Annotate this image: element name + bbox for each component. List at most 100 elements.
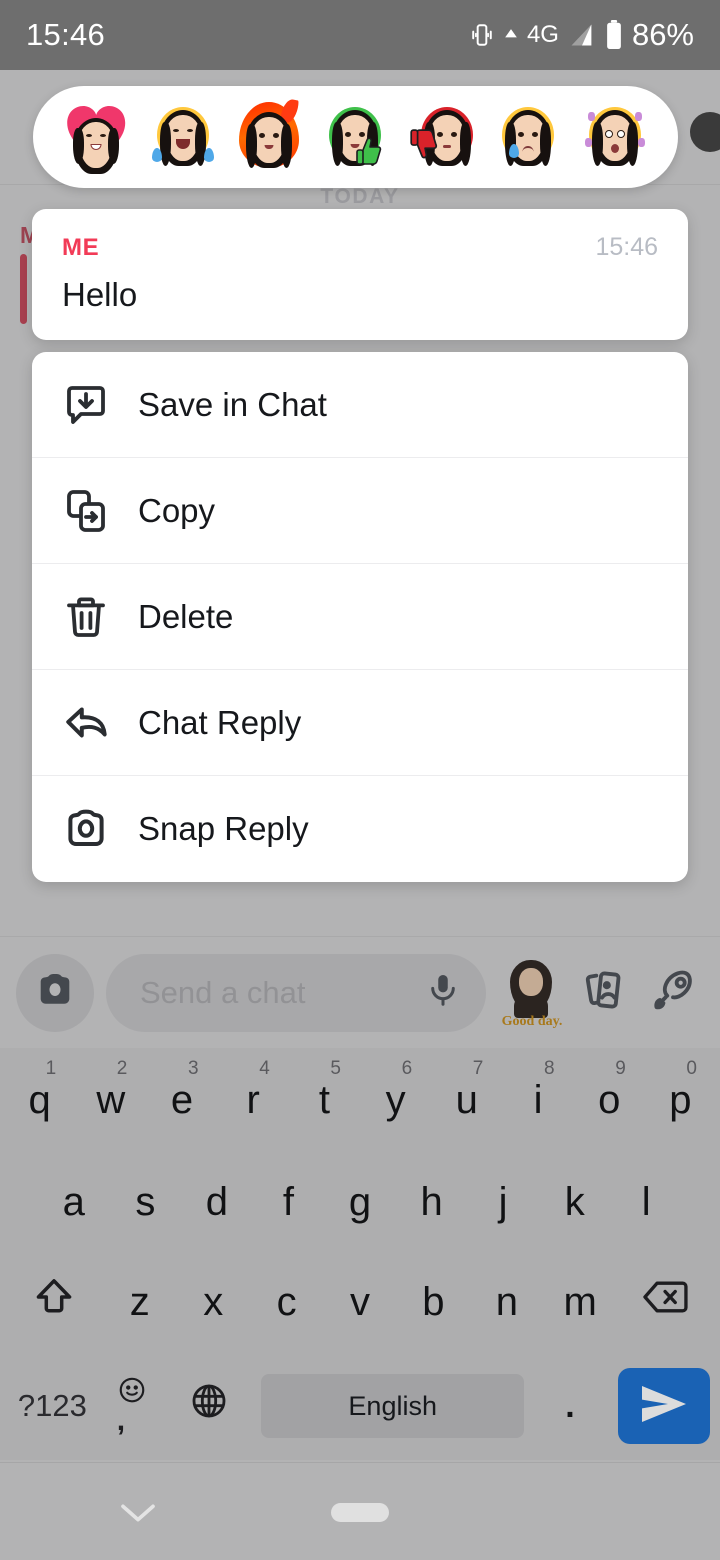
open-camera-button[interactable] bbox=[16, 953, 94, 1032]
rocket-button[interactable] bbox=[642, 954, 704, 1032]
key-l[interactable]: l bbox=[610, 1152, 682, 1252]
status-icons: 4G 86% bbox=[469, 17, 694, 53]
key-o[interactable]: 9o bbox=[574, 1048, 645, 1152]
key-letter: w bbox=[96, 1077, 126, 1122]
key-g[interactable]: g bbox=[324, 1152, 396, 1252]
key-t[interactable]: 5t bbox=[289, 1048, 360, 1152]
stickers-button[interactable] bbox=[572, 954, 634, 1032]
signal-bars-icon bbox=[568, 21, 596, 49]
vibrate-icon bbox=[469, 22, 495, 48]
menu-item-copy[interactable]: Copy bbox=[32, 458, 688, 564]
message-header: ME 15:46 bbox=[62, 233, 658, 262]
reaction-bar[interactable] bbox=[33, 86, 678, 188]
key-number: 0 bbox=[686, 1058, 697, 1079]
laughing-reaction[interactable] bbox=[150, 102, 216, 172]
chat-input-field[interactable]: Send a chat bbox=[106, 953, 486, 1032]
key-letter: i bbox=[533, 1077, 543, 1122]
network-type: 4G bbox=[526, 21, 559, 48]
key-v[interactable]: v bbox=[323, 1252, 396, 1352]
key-h[interactable]: h bbox=[396, 1152, 468, 1252]
menu-item-snap-reply[interactable]: Snap Reply bbox=[32, 776, 688, 882]
home-indicator[interactable] bbox=[331, 1503, 389, 1522]
key-e[interactable]: 3e bbox=[146, 1048, 217, 1152]
key-w[interactable]: 2w bbox=[75, 1048, 146, 1152]
menu-label: Snap Reply bbox=[138, 810, 309, 847]
keyboard-row-2: a s d f g h j k l bbox=[0, 1152, 720, 1252]
thumbs-down-reaction[interactable] bbox=[409, 102, 475, 172]
sad-reaction[interactable] bbox=[495, 102, 561, 172]
backspace-icon bbox=[642, 1277, 690, 1327]
selected-message-card[interactable]: ME 15:46 Hello bbox=[32, 209, 688, 340]
period-key[interactable]: . bbox=[534, 1352, 606, 1460]
message-context-menu[interactable]: Save in Chat Copy Delete Chat Reply Snap… bbox=[32, 352, 688, 882]
key-letter: r bbox=[246, 1077, 260, 1122]
wow-reaction[interactable] bbox=[582, 102, 648, 172]
key-b[interactable]: b bbox=[397, 1252, 470, 1352]
phone-screen: 15:46 4G 86% TODAY M ME 15:46 Hello Save… bbox=[0, 0, 720, 1560]
bitmoji-face bbox=[519, 967, 543, 996]
message-accent-bar bbox=[20, 254, 27, 324]
key-u[interactable]: 7u bbox=[431, 1048, 502, 1152]
status-time: 15:46 bbox=[26, 17, 106, 52]
menu-label: Copy bbox=[138, 491, 216, 529]
key-n[interactable]: n bbox=[470, 1252, 543, 1352]
key-number: 6 bbox=[401, 1058, 413, 1079]
globe-icon bbox=[189, 1381, 229, 1431]
key-letter: p bbox=[669, 1077, 692, 1122]
key-q[interactable]: 1q bbox=[4, 1048, 75, 1152]
key-letter: q bbox=[28, 1077, 51, 1122]
fire-reaction[interactable] bbox=[236, 97, 302, 172]
bitmoji-sticker-text: Good day. bbox=[501, 1013, 563, 1029]
key-letter: y bbox=[385, 1077, 406, 1122]
key-number: 4 bbox=[259, 1058, 270, 1079]
comma-label: , bbox=[116, 1404, 126, 1437]
key-letter: o bbox=[598, 1077, 621, 1122]
chevron-down-icon[interactable] bbox=[118, 1501, 158, 1530]
menu-item-chat-reply[interactable]: Chat Reply bbox=[32, 670, 688, 776]
reaction-overflow-peek[interactable] bbox=[676, 86, 720, 188]
stickers-icon bbox=[580, 967, 626, 1018]
key-y[interactable]: 6y bbox=[360, 1048, 431, 1152]
rocket-icon bbox=[650, 967, 696, 1018]
key-letter: u bbox=[455, 1077, 478, 1122]
key-k[interactable]: k bbox=[539, 1152, 611, 1252]
emoji-key[interactable]: , bbox=[95, 1352, 167, 1460]
signal-up-icon bbox=[504, 28, 518, 42]
menu-label: Save in Chat bbox=[138, 385, 327, 423]
message-text: Hello bbox=[62, 276, 138, 313]
heart-reaction[interactable] bbox=[63, 102, 129, 174]
key-c[interactable]: c bbox=[250, 1252, 323, 1352]
symbols-key[interactable]: ?123 bbox=[10, 1352, 95, 1460]
keyboard-row-4: ?123 , English . bbox=[0, 1352, 720, 1460]
shift-key[interactable] bbox=[4, 1252, 103, 1352]
trash-icon bbox=[62, 593, 130, 641]
key-j[interactable]: j bbox=[467, 1152, 539, 1252]
menu-item-delete[interactable]: Delete bbox=[32, 564, 688, 670]
send-key[interactable] bbox=[618, 1368, 710, 1444]
key-x[interactable]: x bbox=[176, 1252, 249, 1352]
key-d[interactable]: d bbox=[181, 1152, 253, 1252]
key-r[interactable]: 4r bbox=[218, 1048, 289, 1152]
key-i[interactable]: 8i bbox=[502, 1048, 573, 1152]
menu-label: Delete bbox=[138, 597, 234, 635]
language-key[interactable] bbox=[167, 1352, 252, 1460]
thumbs-up-reaction[interactable] bbox=[322, 102, 388, 172]
key-number: 2 bbox=[116, 1058, 128, 1079]
key-z[interactable]: z bbox=[103, 1252, 176, 1352]
key-number: 1 bbox=[45, 1058, 57, 1079]
microphone-icon[interactable] bbox=[424, 971, 462, 1014]
save-in-chat-icon bbox=[62, 381, 130, 429]
backspace-key[interactable] bbox=[617, 1252, 716, 1352]
menu-item-save-in-chat[interactable]: Save in Chat bbox=[32, 352, 688, 458]
key-a[interactable]: a bbox=[38, 1152, 110, 1252]
status-bar: 15:46 4G 86% bbox=[0, 0, 720, 70]
space-key[interactable]: English bbox=[261, 1374, 524, 1438]
key-number: 3 bbox=[187, 1058, 199, 1079]
more-reactions-icon[interactable] bbox=[690, 112, 720, 152]
key-f[interactable]: f bbox=[253, 1152, 325, 1252]
key-m[interactable]: m bbox=[544, 1252, 617, 1352]
key-p[interactable]: 0p bbox=[645, 1048, 716, 1152]
on-screen-keyboard[interactable]: 1q 2w 3e 4r 5t 6y 7u 8i 9o 0p a s d f g … bbox=[0, 1048, 720, 1460]
bitmoji-sticker-button[interactable]: Good day. bbox=[500, 954, 564, 1032]
key-s[interactable]: s bbox=[110, 1152, 182, 1252]
